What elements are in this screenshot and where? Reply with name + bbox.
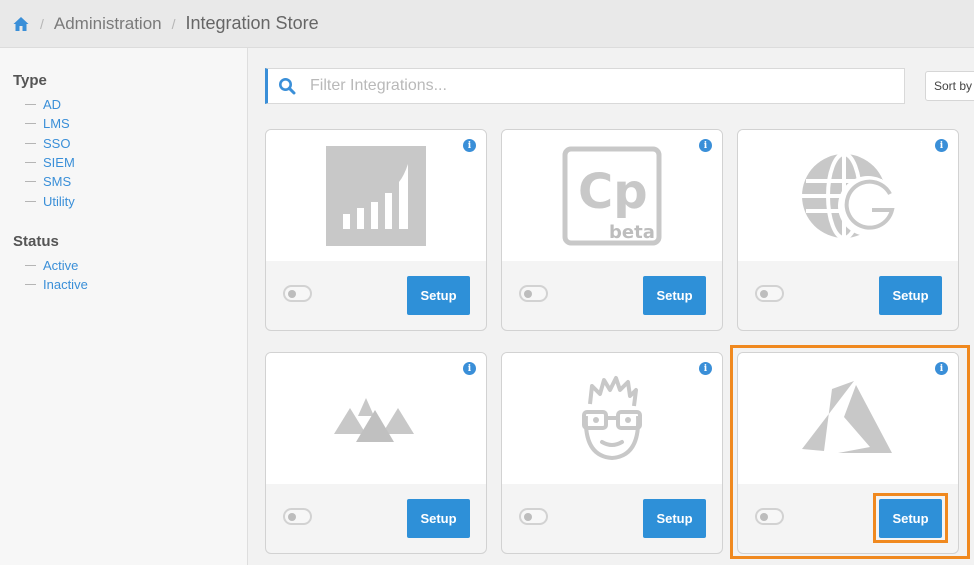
enable-toggle[interactable] (519, 508, 548, 525)
enable-toggle[interactable] (755, 508, 784, 525)
filter-sidebar: Type AD LMS SSO SIEM SMS Utility Status … (0, 48, 248, 565)
type-filter-list: AD LMS SSO SIEM SMS Utility (13, 95, 234, 211)
integration-card: i Setup (737, 352, 959, 554)
card-logo-area (266, 353, 486, 484)
type-heading: Type (13, 72, 47, 89)
enable-toggle[interactable] (519, 285, 548, 302)
search-bar (265, 68, 905, 104)
integration-card: Cp beta i Setup (501, 129, 723, 331)
card-logo-area: Cp beta (502, 130, 722, 261)
type-filter-item: LMS (13, 114, 234, 133)
card-logo-area (738, 130, 958, 261)
enable-toggle[interactable] (283, 508, 312, 525)
type-filter-item: AD (13, 95, 234, 114)
page-title: Integration Store (185, 13, 319, 33)
setup-button[interactable]: Setup (407, 499, 470, 538)
integration-card: i Setup (265, 352, 487, 554)
setup-button[interactable]: Setup (643, 276, 706, 315)
setup-button[interactable]: Setup (643, 499, 706, 538)
card-logo-area (502, 353, 722, 484)
integration-card: i Setup (265, 129, 487, 331)
search-icon (278, 77, 296, 95)
breadcrumb-administration[interactable]: Administration (54, 14, 162, 34)
info-icon[interactable]: i (699, 139, 712, 152)
search-input[interactable] (310, 77, 870, 95)
setup-button[interactable]: Setup (407, 276, 470, 315)
nerd-face-logo-icon (582, 375, 642, 460)
info-icon[interactable]: i (463, 362, 476, 375)
home-icon[interactable] (12, 15, 30, 33)
type-filter-item: SMS (13, 172, 234, 191)
type-filter-sms[interactable]: SMS (43, 174, 71, 189)
beta-logo-text: beta (609, 222, 655, 243)
dash-icon (25, 162, 36, 164)
type-filter-utility[interactable]: Utility (43, 194, 75, 209)
dash-icon (25, 142, 36, 144)
enable-toggle[interactable] (755, 285, 784, 302)
dash-icon (25, 200, 36, 202)
info-icon[interactable]: i (463, 139, 476, 152)
integration-card: i Setup (501, 352, 723, 554)
status-filter-list: Active Inactive (13, 256, 234, 295)
dash-icon (25, 181, 36, 183)
setup-button[interactable]: Setup (879, 499, 942, 538)
type-filter-item: SIEM (13, 153, 234, 172)
status-heading: Status (13, 232, 59, 250)
dash-icon (25, 104, 36, 106)
type-filter-item: Utility (13, 191, 234, 210)
status-filter-item: Active (13, 256, 234, 275)
type-filter-ad[interactable]: AD (43, 97, 61, 112)
breadcrumb: / Administration / Integration Store (0, 0, 974, 48)
card-logo-area (266, 130, 486, 261)
setup-button[interactable]: Setup (879, 276, 942, 315)
integration-store-main: Sort by i Setup Cp beta i Setu (249, 48, 974, 565)
enable-toggle[interactable] (283, 285, 312, 302)
info-icon[interactable]: i (699, 362, 712, 375)
dash-icon (25, 284, 36, 286)
dash-icon (25, 123, 36, 125)
dash-icon (25, 264, 36, 266)
card-logo-area (738, 353, 958, 484)
status-filter-active[interactable]: Active (43, 258, 78, 273)
mountains-logo-icon (334, 397, 414, 442)
type-filter-sso[interactable]: SSO (43, 136, 70, 151)
type-filter-item: SSO (13, 134, 234, 153)
type-filter-lms[interactable]: LMS (43, 116, 70, 131)
type-filter-siem[interactable]: SIEM (43, 155, 75, 170)
status-filter-inactive[interactable]: Inactive (43, 277, 88, 292)
integration-card: i Setup (737, 129, 959, 331)
cp-logo-text: Cp (578, 164, 648, 220)
info-icon[interactable]: i (935, 139, 948, 152)
breadcrumb-separator: / (171, 15, 176, 32)
breadcrumb-separator: / (40, 15, 44, 32)
sort-button[interactable]: Sort by (925, 71, 974, 101)
globe-g-logo-icon (802, 151, 898, 240)
status-filter-item: Inactive (13, 275, 234, 294)
signal-bars-logo-icon (326, 145, 426, 246)
info-icon[interactable]: i (935, 362, 948, 375)
cp-beta-logo-icon: Cp beta (562, 146, 662, 245)
azure-logo-icon (802, 380, 892, 453)
